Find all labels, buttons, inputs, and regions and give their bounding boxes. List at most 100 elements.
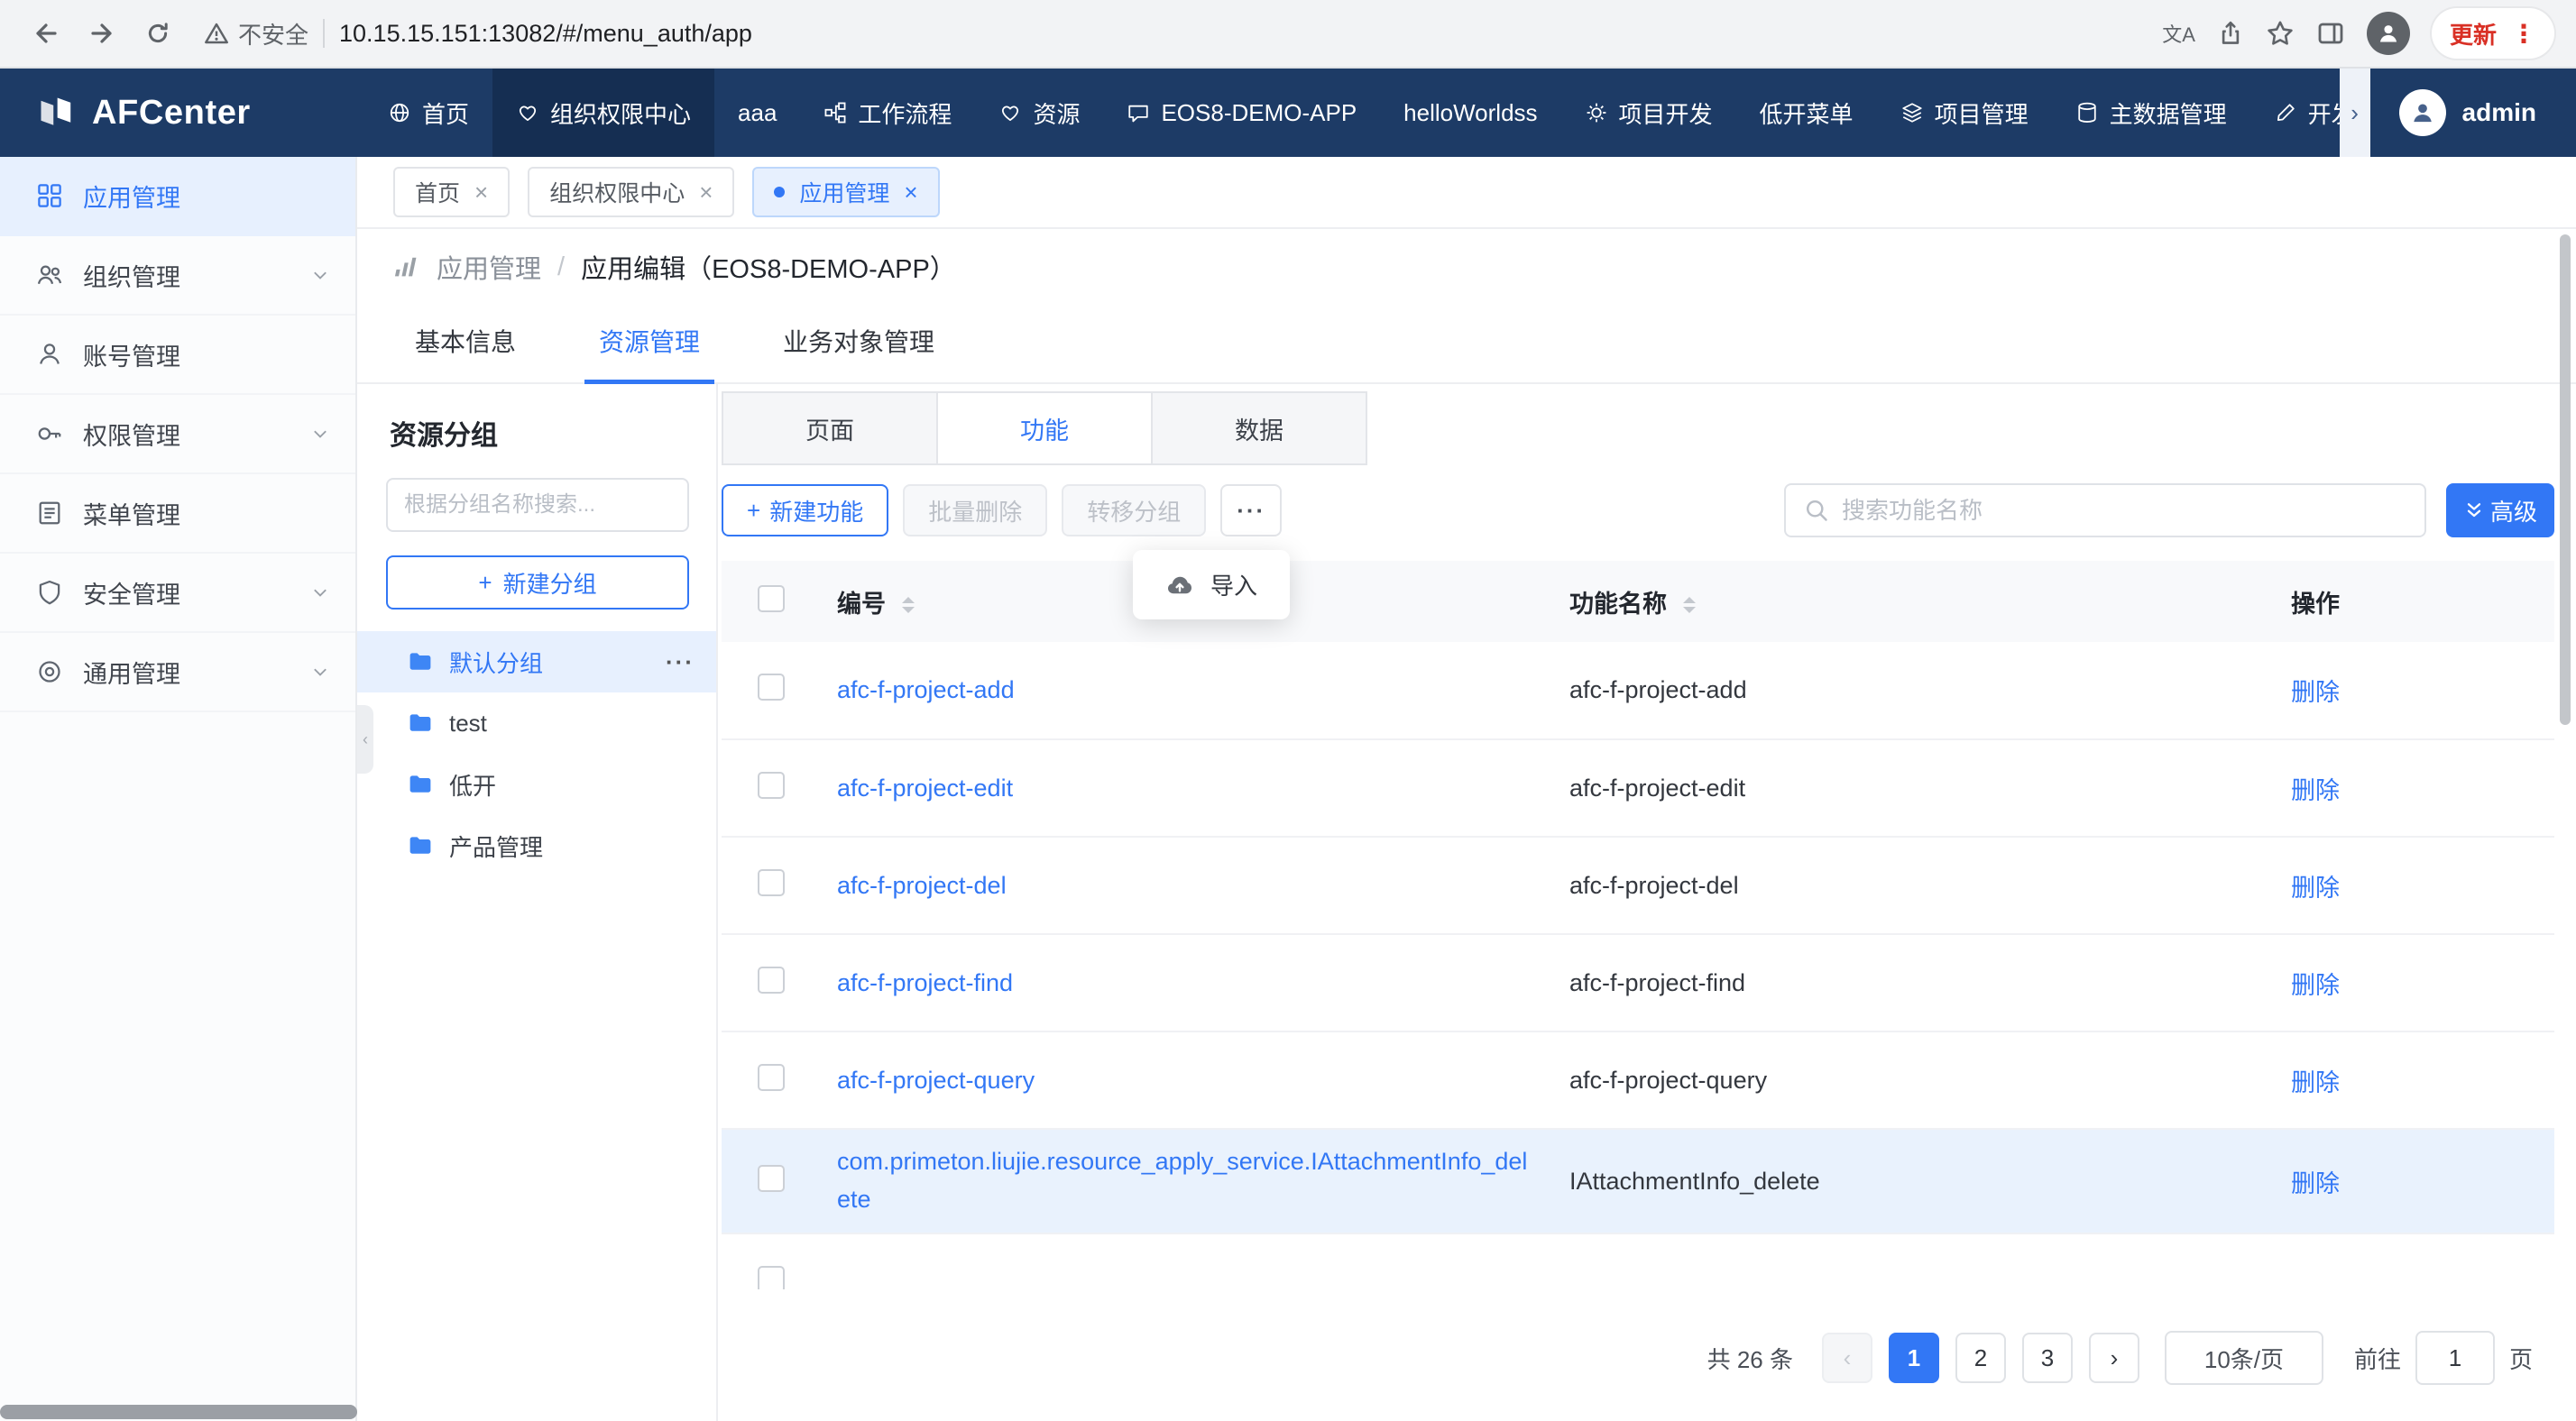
nav-item-helloworldss[interactable]: helloWorldss — [1380, 69, 1560, 157]
nav-label: EOS8-DEMO-APP — [1161, 99, 1357, 127]
nav-item-project-mgmt[interactable]: 项目管理 — [1877, 69, 2052, 157]
sidebar-item-app-management[interactable]: 应用管理 — [0, 157, 355, 236]
batch-delete-button[interactable]: 批量删除 — [903, 484, 1047, 536]
column-label: 功能名称 — [1569, 591, 1667, 618]
new-function-button[interactable]: + 新建功能 — [722, 484, 888, 536]
close-icon[interactable]: × — [699, 180, 713, 204]
next-page-button[interactable]: › — [2089, 1333, 2139, 1383]
horizontal-scrollbar-thumb[interactable] — [0, 1405, 357, 1419]
delete-link[interactable]: 删除 — [2291, 972, 2340, 999]
column-header-name[interactable]: 功能名称 — [1533, 561, 2255, 642]
security-status[interactable]: 不安全 — [204, 17, 308, 50]
nav-item-project-dev[interactable]: 项目开发 — [1561, 69, 1736, 157]
browser-menu-icon[interactable]: ⋮ — [2511, 19, 2536, 49]
function-code-link[interactable]: afc-f-project-find — [837, 969, 1013, 996]
nav-item-workflow[interactable]: 工作流程 — [800, 69, 975, 157]
nav-item-org-auth-center[interactable]: 组织权限中心 — [492, 69, 714, 157]
delete-link[interactable]: 删除 — [2291, 875, 2340, 902]
sidebar-item-org-management[interactable]: 组织管理 — [0, 236, 355, 316]
group-more-icon[interactable]: ··· — [666, 648, 695, 676]
new-group-button[interactable]: + 新建分组 — [386, 555, 689, 610]
page-button-1[interactable]: 1 — [1889, 1333, 1939, 1383]
vertical-scrollbar-thumb[interactable] — [2560, 234, 2571, 725]
function-code-link[interactable]: com.primeton.liujie.resource_apply_servi… — [837, 1148, 1527, 1213]
row-checkbox[interactable] — [758, 869, 785, 896]
address-bar[interactable]: 不安全 10.15.15.151:13082/#/menu_auth/app — [204, 17, 2133, 50]
tab-business-object-management[interactable]: 业务对象管理 — [783, 323, 934, 382]
row-checkbox[interactable] — [758, 772, 785, 799]
nav-item-lowcode-menu[interactable]: 低开菜单 — [1736, 69, 1877, 157]
import-menu-item[interactable]: 导入 — [1133, 550, 1290, 619]
page-size-select[interactable]: 10条/页 — [2165, 1331, 2323, 1385]
group-item-product-mgmt[interactable]: 产品管理 — [357, 815, 716, 876]
page-button-3[interactable]: 3 — [2022, 1333, 2073, 1383]
sidebar-item-security-management[interactable]: 安全管理 — [0, 554, 355, 633]
tab-functions[interactable]: 功能 — [936, 391, 1153, 465]
group-item-lowcode[interactable]: 低开 — [357, 754, 716, 815]
nav-scroll-right-button[interactable]: › — [2340, 69, 2370, 157]
tab-chip-app-management[interactable]: 应用管理 × — [752, 167, 939, 217]
row-checkbox[interactable] — [758, 674, 785, 701]
sidebar-item-account-management[interactable]: 账号管理 — [0, 316, 355, 395]
delete-link[interactable]: 删除 — [2291, 1170, 2340, 1197]
tab-resource-management[interactable]: 资源管理 — [599, 323, 700, 382]
translate-icon[interactable]: 文A — [2162, 19, 2195, 48]
row-checkbox[interactable] — [758, 967, 785, 994]
table-row: afc-f-project-find afc-f-project-find 删除 — [722, 934, 2554, 1031]
tab-pages[interactable]: 页面 — [722, 391, 938, 465]
page-title: 应用编辑（EOS8-DEMO-APP） — [581, 248, 956, 286]
sort-icon[interactable] — [1683, 597, 1696, 613]
close-icon[interactable]: × — [474, 180, 488, 204]
row-checkbox[interactable] — [758, 1064, 785, 1091]
sidebar-item-permission-management[interactable]: 权限管理 — [0, 395, 355, 474]
delete-link[interactable]: 删除 — [2291, 1069, 2340, 1096]
sidebar-item-general-management[interactable]: 通用管理 — [0, 633, 355, 712]
user-menu[interactable]: admin — [2370, 69, 2576, 157]
resource-area: 页面 功能 数据 + 新建功能 批量删除 转移分组 — [718, 384, 2576, 1421]
nav-item-master-data[interactable]: 主数据管理 — [2052, 69, 2250, 157]
browser-back-button[interactable] — [22, 9, 70, 58]
group-item-default[interactable]: 默认分组 ··· — [357, 631, 716, 692]
browser-profile-avatar[interactable] — [2367, 12, 2410, 55]
function-code-link[interactable]: afc-f-project-query — [837, 1067, 1035, 1094]
browser-update-button[interactable]: 更新 ⋮ — [2432, 8, 2554, 59]
breadcrumb-parent[interactable]: 应用管理 — [437, 248, 541, 286]
function-code-link[interactable]: afc-f-project-del — [837, 872, 1007, 899]
bookmark-star-icon[interactable] — [2266, 19, 2295, 48]
share-icon[interactable] — [2217, 20, 2244, 47]
function-code-link[interactable]: afc-f-project-add — [837, 676, 1015, 703]
prev-page-button[interactable]: ‹ — [1822, 1333, 1872, 1383]
sidebar-item-menu-management[interactable]: 菜单管理 — [0, 474, 355, 554]
row-checkbox[interactable] — [758, 1165, 785, 1192]
transfer-group-button[interactable]: 转移分组 — [1062, 484, 1206, 536]
tab-data[interactable]: 数据 — [1151, 391, 1367, 465]
nav-item-eos8-demo-app[interactable]: EOS8-DEMO-APP — [1103, 69, 1380, 157]
nav-item-home[interactable]: 首页 — [364, 69, 492, 157]
nav-item-in-development[interactable]: 开发中 — [2250, 69, 2340, 157]
app-logo[interactable]: AFCenter — [0, 69, 357, 157]
browser-forward-button[interactable] — [78, 9, 126, 58]
more-actions-button[interactable]: ··· — [1220, 484, 1282, 536]
function-search-box[interactable] — [1784, 483, 2426, 537]
advanced-search-button[interactable]: 高级 — [2446, 483, 2554, 537]
group-item-test[interactable]: test — [357, 692, 716, 754]
goto-page-input[interactable] — [2415, 1331, 2495, 1385]
tab-chip-org-auth-center[interactable]: 组织权限中心 × — [528, 167, 734, 217]
delete-link[interactable]: 删除 — [2291, 777, 2340, 804]
group-search-input[interactable] — [386, 478, 689, 532]
nav-item-resource[interactable]: 资源 — [975, 69, 1103, 157]
close-icon[interactable]: × — [904, 180, 917, 204]
select-all-checkbox[interactable] — [758, 585, 785, 612]
row-checkbox[interactable] — [758, 1266, 785, 1290]
tab-basic-info[interactable]: 基本信息 — [415, 323, 516, 382]
panel-collapse-handle[interactable]: ‹ — [357, 705, 373, 774]
tab-chip-home[interactable]: 首页 × — [393, 167, 510, 217]
nav-item-aaa[interactable]: aaa — [714, 69, 800, 157]
browser-refresh-button[interactable] — [133, 9, 182, 58]
sort-icon[interactable] — [902, 597, 915, 613]
page-button-2[interactable]: 2 — [1955, 1333, 2006, 1383]
function-code-link[interactable]: afc-f-project-edit — [837, 775, 1013, 802]
delete-link[interactable]: 删除 — [2291, 679, 2340, 706]
function-search-input[interactable] — [1842, 497, 2406, 525]
side-panel-icon[interactable] — [2316, 19, 2345, 48]
